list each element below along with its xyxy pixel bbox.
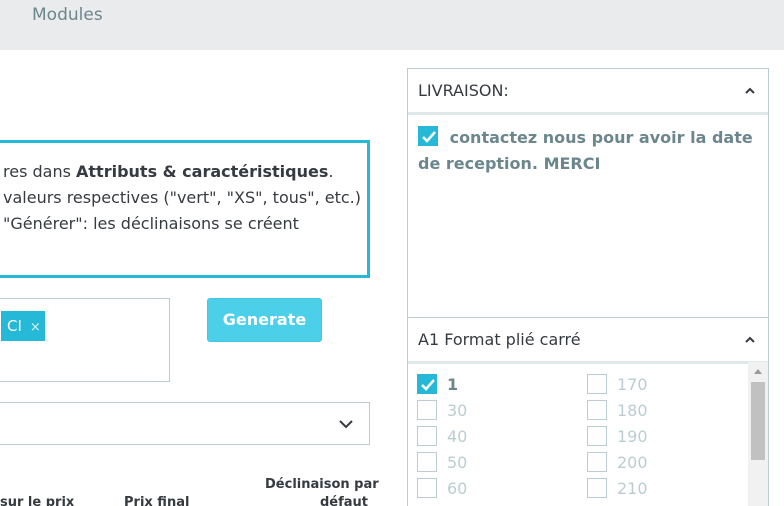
livraison-panel: LIVRAISON: contactez nous pour avoir la … (407, 68, 769, 318)
format-option-170[interactable]: 170 (587, 374, 648, 395)
format-title: A1 Format plié carré (418, 330, 581, 349)
generate-button[interactable]: Generate (207, 298, 322, 342)
format-option-40[interactable]: 40 (417, 426, 467, 447)
scrollbar-thumb[interactable] (751, 382, 765, 460)
info-line-1-start: res dans (3, 162, 77, 181)
scroll-up-arrow-icon[interactable] (754, 369, 762, 374)
format-option-label: 200 (617, 453, 648, 472)
format-option-label: 210 (617, 479, 648, 498)
format-option-1[interactable]: 1 (417, 374, 458, 395)
remove-tag-icon[interactable]: × (30, 320, 41, 335)
format-checkbox[interactable] (587, 400, 607, 420)
livraison-title: LIVRAISON: (418, 81, 509, 100)
format-checkbox[interactable] (417, 478, 437, 498)
chevron-up-icon[interactable] (744, 86, 756, 96)
format-option-label: 170 (617, 375, 648, 394)
chevron-down-icon (339, 420, 353, 429)
format-option-30[interactable]: 30 (417, 400, 467, 421)
col-header-default-1: Déclinaison par (265, 477, 379, 492)
format-checkbox[interactable] (587, 452, 607, 472)
checkmark-icon (422, 131, 436, 143)
col-header-partial: sur le prix (0, 495, 75, 506)
format-option-label: 40 (447, 427, 468, 446)
format-option-label: 190 (617, 427, 648, 446)
format-option-label: 50 (447, 453, 468, 472)
format-option-label: 1 (447, 375, 459, 394)
attribute-tag-label: CI (7, 317, 22, 335)
format-option-180[interactable]: 180 (587, 400, 648, 421)
format-checkbox[interactable] (587, 478, 607, 498)
format-option-60[interactable]: 60 (417, 478, 467, 499)
format-panel-header[interactable]: A1 Format plié carré (408, 318, 768, 364)
info-help-box: res dans Attributs & caractéristiques. v… (0, 140, 370, 278)
checkmark-icon (421, 379, 435, 391)
col-header-default-2: défaut (320, 495, 369, 506)
info-line-2: valeurs respectives ("vert", "XS", tous"… (3, 188, 361, 207)
format-checkbox[interactable] (587, 374, 607, 394)
attribute-tag: CI × (1, 311, 45, 341)
format-option-210[interactable]: 210 (587, 478, 648, 499)
info-line-1: res dans Attributs & caractéristiques. (3, 162, 333, 182)
format-list-scrollbar[interactable] (748, 362, 768, 506)
info-line-1-bold: Attributs & caractéristiques (76, 162, 329, 181)
format-option-label: 180 (617, 401, 648, 420)
attributes-tag-input[interactable]: CI × (0, 298, 170, 382)
info-line-3: "Générer": les déclinaisons se créent (3, 214, 299, 233)
format-option-50[interactable]: 50 (417, 452, 467, 473)
format-checkbox[interactable] (417, 374, 437, 394)
format-checkbox[interactable] (417, 452, 437, 472)
format-checkbox[interactable] (417, 400, 437, 420)
format-checkbox[interactable] (417, 426, 437, 446)
livraison-checkbox[interactable] (418, 126, 438, 146)
col-header-final-price: Prix final (124, 495, 190, 506)
livraison-option-label: contactez nous pour avoir la date de rec… (418, 128, 753, 173)
nav-item-modules[interactable]: Modules (32, 5, 103, 25)
format-checkbox[interactable] (587, 426, 607, 446)
format-option-200[interactable]: 200 (587, 452, 648, 473)
format-option-label: 60 (447, 479, 468, 498)
format-option-label: 30 (447, 401, 468, 420)
chevron-up-icon[interactable] (744, 335, 756, 345)
format-option-190[interactable]: 190 (587, 426, 648, 447)
livraison-panel-header[interactable]: LIVRAISON: (408, 69, 768, 115)
info-line-1-end: . (328, 162, 334, 181)
top-navigation-bar: Modules (0, 0, 784, 50)
livraison-option: contactez nous pour avoir la date de rec… (418, 125, 763, 177)
combination-select[interactable] (0, 402, 370, 445)
